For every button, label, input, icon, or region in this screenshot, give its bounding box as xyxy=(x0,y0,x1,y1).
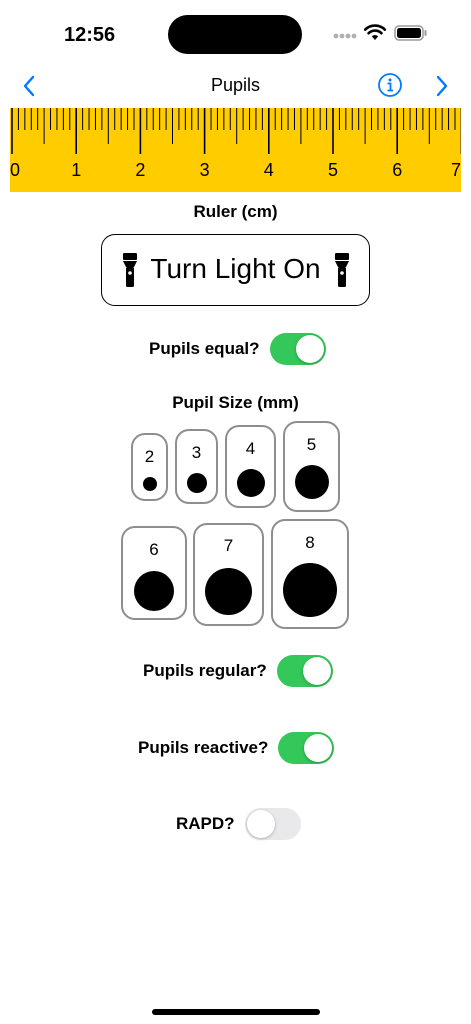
pupil-dot xyxy=(283,563,337,617)
pupil-size-label: 8 xyxy=(305,533,315,552)
rapd-toggle[interactable] xyxy=(244,808,301,840)
rapd-label: RAPD? xyxy=(176,814,235,833)
pupil-size-5-button[interactable]: 5 xyxy=(283,421,340,512)
pupil-size-3-button[interactable]: 3 xyxy=(175,429,218,504)
pupils-reactive-label: Pupils reactive? xyxy=(138,738,269,757)
ruler-caption: Ruler (cm) xyxy=(193,202,278,221)
toggle-knob xyxy=(246,810,275,838)
turn-light-on-button[interactable]: Turn Light On xyxy=(101,234,370,306)
pupils-regular-toggle[interactable] xyxy=(276,655,333,687)
pupils-regular-label: Pupils regular? xyxy=(143,661,267,680)
toggle-knob xyxy=(302,657,331,685)
pupils-regular-row: Pupils regular? xyxy=(143,655,333,687)
navigation-bar: Pupils xyxy=(0,64,471,108)
pupils-equal-row: Pupils equal? xyxy=(149,333,326,365)
pupil-dot xyxy=(187,473,207,493)
ruler-label: 1 xyxy=(71,160,81,180)
pupil-size-7-button[interactable]: 7 xyxy=(193,523,264,626)
status-bar: 12:56 xyxy=(0,0,471,64)
pupil-size-2-button[interactable]: 2 xyxy=(131,433,168,501)
ruler-label: 6 xyxy=(392,160,402,180)
wifi-icon xyxy=(363,24,387,40)
ruler-label: 3 xyxy=(200,160,210,180)
ruler-label: 0 xyxy=(10,160,20,180)
battery-icon xyxy=(394,25,427,41)
forward-chevron-icon[interactable] xyxy=(431,73,453,99)
ruler-scale: 0 1 2 3 4 5 6 7 xyxy=(10,108,461,180)
rapd-row: RAPD? xyxy=(176,808,301,840)
toggle-knob xyxy=(304,734,333,762)
pupil-size-title: Pupil Size (mm) xyxy=(172,393,299,412)
status-time: 12:56 xyxy=(64,24,116,46)
pupil-size-8-button[interactable]: 8 xyxy=(271,519,349,629)
pupil-dot xyxy=(134,571,174,611)
ruler: 0 1 2 3 4 5 6 7 xyxy=(10,108,461,192)
pupil-dot xyxy=(295,465,329,499)
pupil-size-label: 7 xyxy=(223,536,234,555)
pupils-equal-label: Pupils equal? xyxy=(149,339,260,358)
home-indicator xyxy=(152,1009,320,1015)
pupil-size-label: 4 xyxy=(245,439,256,458)
pupil-size-label: 2 xyxy=(144,447,155,466)
ruler-label: 7 xyxy=(451,160,461,180)
info-icon[interactable] xyxy=(377,72,403,98)
dynamic-island xyxy=(168,15,302,54)
pupil-dot xyxy=(205,568,252,615)
cellular-signal-icon xyxy=(333,33,357,39)
pupil-dot xyxy=(237,469,265,497)
pupil-dot xyxy=(143,477,157,491)
pupil-size-label: 3 xyxy=(191,443,202,462)
pupils-equal-toggle[interactable] xyxy=(269,333,326,365)
ruler-label: 4 xyxy=(264,160,274,180)
ruler-label: 2 xyxy=(135,160,145,180)
pupils-reactive-row: Pupils reactive? xyxy=(138,732,335,764)
pupils-reactive-toggle[interactable] xyxy=(278,732,335,764)
pupil-size-label: 5 xyxy=(306,435,317,454)
pupil-size-6-button[interactable]: 6 xyxy=(121,526,187,620)
flashlight-icon xyxy=(335,253,349,287)
toggle-knob xyxy=(295,335,324,363)
pupil-size-4-button[interactable]: 4 xyxy=(225,425,276,508)
pupil-size-label: 6 xyxy=(149,540,159,559)
ruler-label: 5 xyxy=(328,160,338,180)
light-button-label: Turn Light On xyxy=(150,253,321,284)
